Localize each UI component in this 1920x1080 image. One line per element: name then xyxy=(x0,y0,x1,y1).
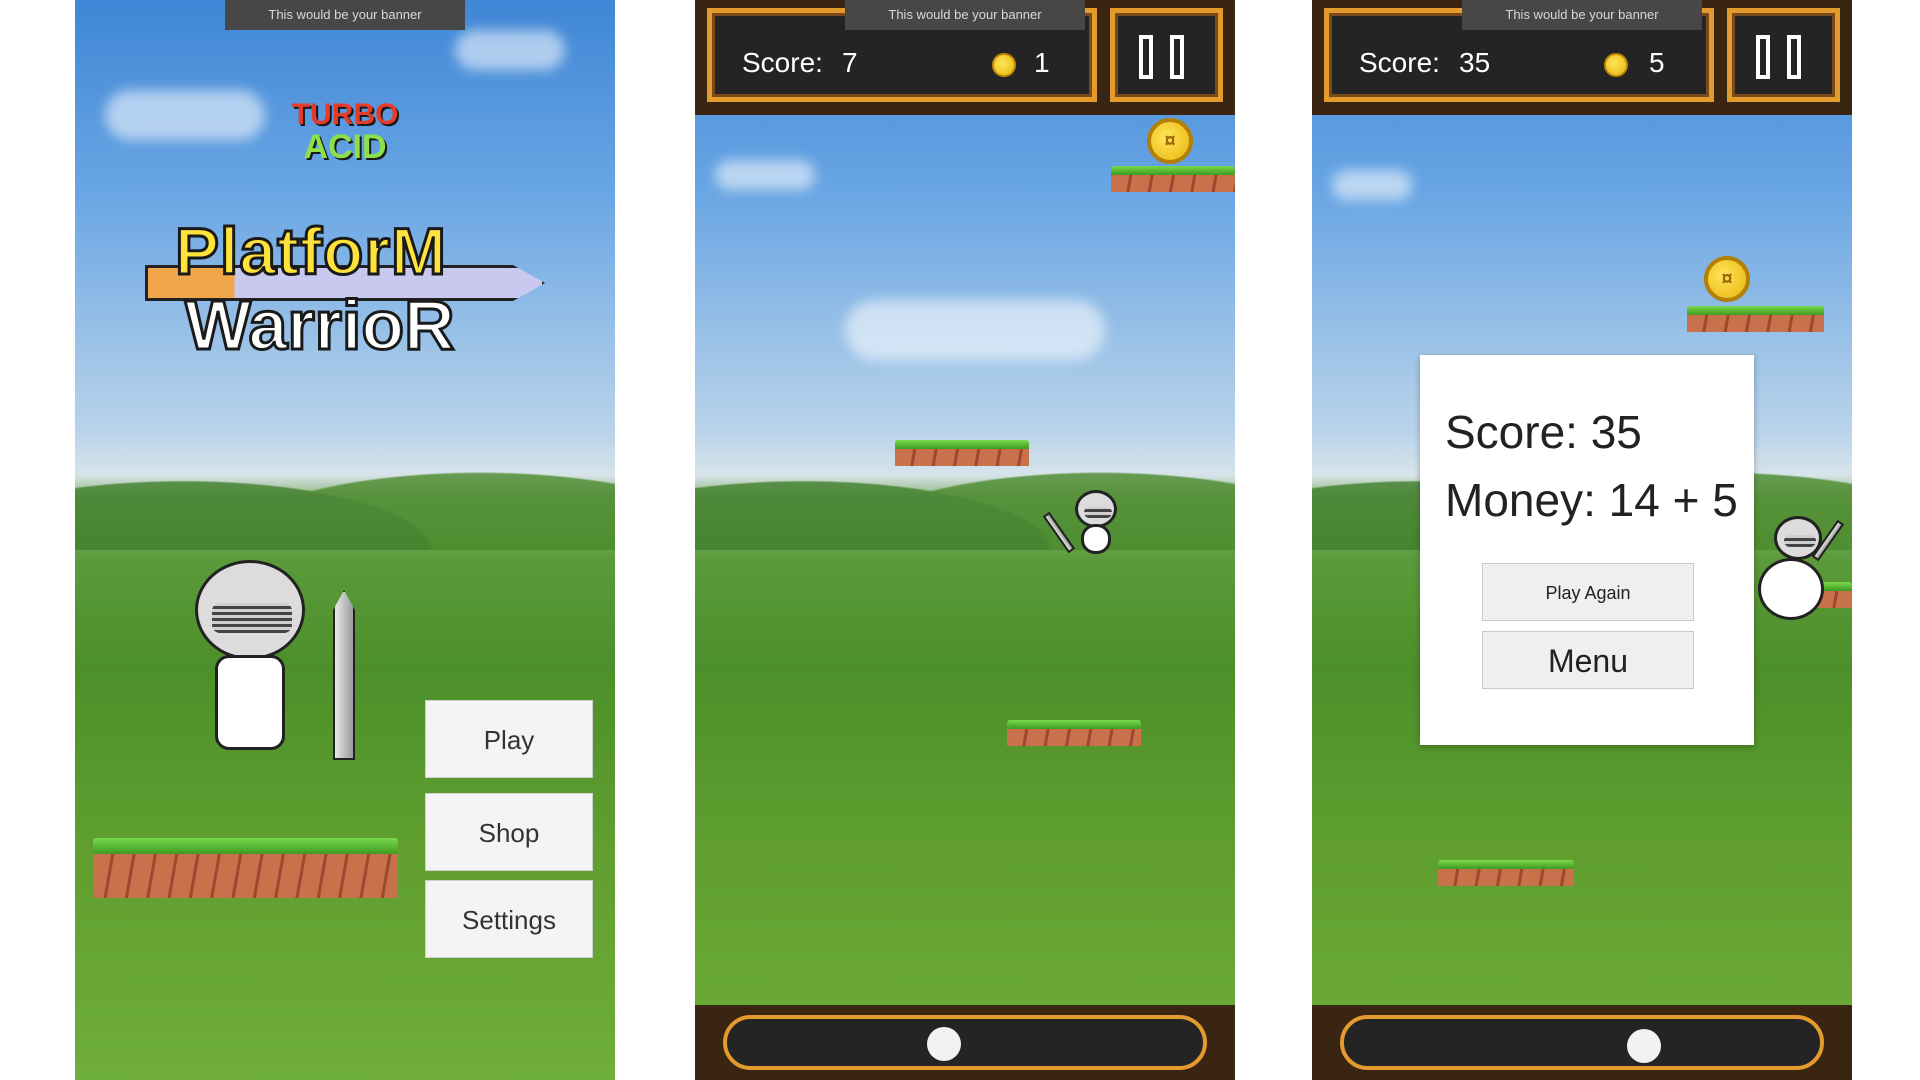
knight-visor xyxy=(1084,507,1112,518)
cloud xyxy=(715,160,815,190)
knight-body xyxy=(1758,558,1824,620)
title-line-1: PlatforM xyxy=(174,213,448,290)
screen-main-menu: This would be your banner TURBO ACID Pla… xyxy=(75,0,615,1080)
game-over-dialog: Score: 35 Money: 14 + 5 Play Again Menu xyxy=(1420,355,1754,745)
pause-icon xyxy=(1756,35,1770,79)
ad-banner[interactable]: This would be your banner xyxy=(1462,0,1702,30)
move-control-bar[interactable] xyxy=(1312,1005,1852,1080)
pause-button[interactable] xyxy=(1110,8,1223,102)
move-control-bar[interactable] xyxy=(695,1005,1235,1080)
coin-icon: ¤ xyxy=(1704,256,1750,302)
grass-platform xyxy=(1111,166,1235,192)
cloud xyxy=(1332,170,1412,200)
ad-banner[interactable]: This would be your banner xyxy=(225,0,465,30)
coin-icon xyxy=(992,53,1016,77)
knight-visor xyxy=(1784,535,1816,547)
pause-button[interactable] xyxy=(1727,8,1840,102)
knight-body xyxy=(215,655,285,750)
coin-icon: ¤ xyxy=(1147,118,1193,164)
knight-visor xyxy=(212,603,292,633)
play-button[interactable]: Play xyxy=(425,700,593,778)
grass-platform xyxy=(1687,306,1824,332)
money-text: Money: 14 + 5 xyxy=(1445,474,1738,526)
knight-helmet xyxy=(1075,490,1117,528)
coin-count: 5 xyxy=(1649,47,1665,78)
game-title-logo: PlatforM WarrioR xyxy=(135,205,555,366)
play-again-button[interactable]: Play Again xyxy=(1482,563,1694,621)
title-line-2: WarrioR xyxy=(184,285,457,366)
logo-bottom-text: ACID xyxy=(303,128,387,166)
logo-top-text: TURBO xyxy=(291,98,399,131)
cloud xyxy=(845,300,1105,360)
coin-count: 1 xyxy=(1034,47,1050,78)
score-label: Score: xyxy=(1359,47,1440,78)
coin-icon xyxy=(1604,53,1628,77)
pause-icon xyxy=(1787,35,1801,79)
sword-icon xyxy=(333,590,355,760)
hills-background xyxy=(75,430,615,550)
joystick-track[interactable] xyxy=(723,1015,1207,1070)
grass-platform xyxy=(895,440,1029,466)
menu-button[interactable]: Menu xyxy=(1482,631,1694,689)
ad-banner[interactable]: This would be your banner xyxy=(845,0,1085,30)
knight-body xyxy=(1081,524,1111,554)
settings-button[interactable]: Settings xyxy=(425,880,593,958)
grass-platform xyxy=(1438,860,1574,886)
score-label: Score: xyxy=(742,47,823,78)
joystick-knob-icon[interactable] xyxy=(1627,1029,1661,1063)
screen-game-over: Score: 35 5 This would be your banner ¤ … xyxy=(1312,0,1852,1080)
knight-character xyxy=(1752,510,1845,630)
score-value: 7 xyxy=(842,47,858,78)
score-value: 35 xyxy=(1459,47,1491,78)
shop-button[interactable]: Shop xyxy=(425,793,593,871)
screen-gameplay: Score: 7 1 This would be your banner ¤ xyxy=(695,0,1235,1080)
cloud xyxy=(455,30,565,70)
joystick-knob-icon[interactable] xyxy=(927,1027,961,1061)
knight-helmet xyxy=(195,560,305,660)
grass-platform xyxy=(1007,720,1141,746)
grass-platform xyxy=(93,838,398,898)
pause-icon xyxy=(1170,35,1184,79)
knight-character xyxy=(185,540,375,790)
final-score-text: Score: 35 xyxy=(1445,406,1642,458)
pause-icon xyxy=(1139,35,1153,79)
joystick-track[interactable] xyxy=(1340,1015,1824,1070)
cloud xyxy=(105,90,265,140)
knight-character xyxy=(1042,490,1125,565)
